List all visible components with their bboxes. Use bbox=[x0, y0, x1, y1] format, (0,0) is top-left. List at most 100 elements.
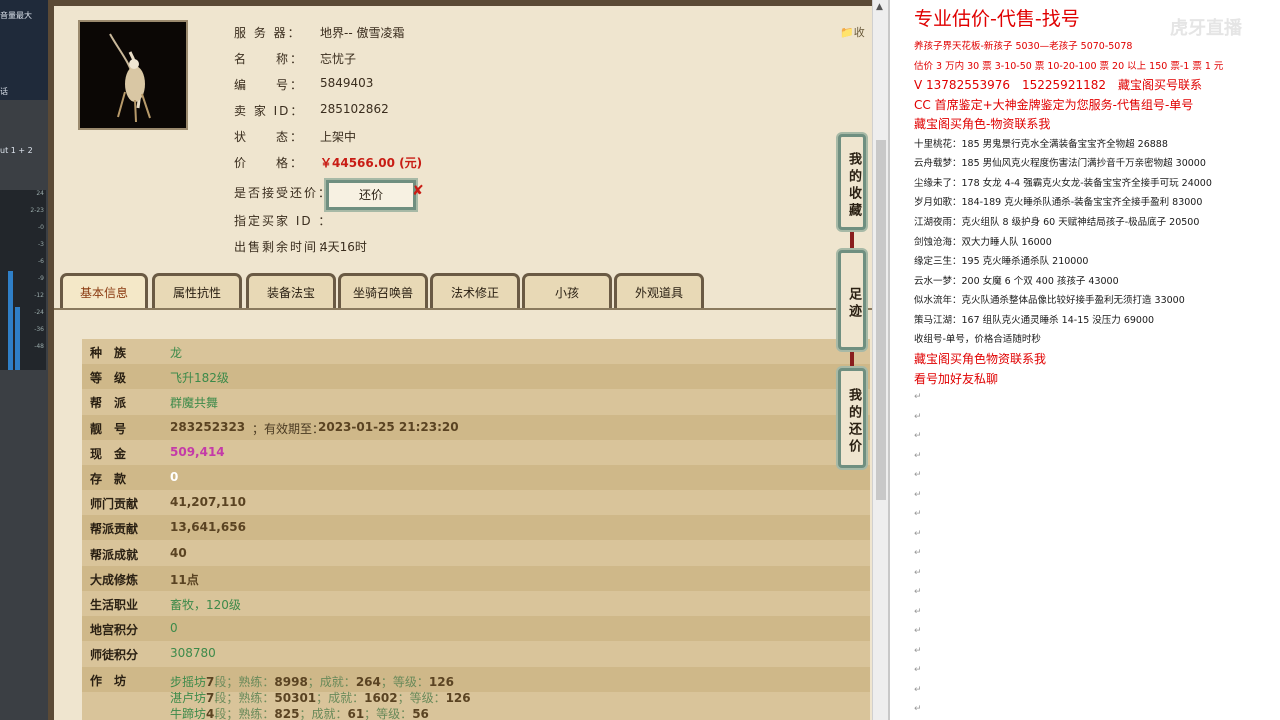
stat-label: 作 坊 bbox=[90, 673, 127, 688]
stat-row: 存 款 0 bbox=[82, 465, 870, 490]
mixer-top-label: 音量最大 bbox=[0, 11, 32, 20]
workshop-v3: 126 bbox=[445, 690, 471, 705]
document-line[interactable]: 似水流年：克火队通杀整体品像比较好接手盈利无须打造 33000 bbox=[914, 292, 1185, 306]
document-line[interactable]: 养孩子界天花板-新孩子 5030—老孩子 5070-5078 bbox=[914, 38, 1132, 52]
document-line[interactable]: V 13782553976 15225921182 藏宝阁买号联系 bbox=[914, 76, 1202, 93]
document-line[interactable]: 剑蚀沧海：双大力睡人队 16000 bbox=[914, 234, 1052, 248]
tab-4[interactable]: 坐骑召唤兽 bbox=[338, 273, 428, 310]
document-line[interactable]: 藏宝阁买角色物资联系我 bbox=[914, 350, 1046, 367]
stat-label: 大成修炼 bbox=[90, 572, 139, 587]
document-line[interactable]: 云舟载梦：185 男仙风克火程度伤害法门满抄音千万亲密物超 30000 bbox=[914, 155, 1206, 169]
info-key: 是否接受还价： bbox=[234, 186, 333, 200]
character-avatar bbox=[78, 20, 188, 130]
stat-value: 群魔共舞 bbox=[170, 396, 219, 411]
stat-label: 现 金 bbox=[90, 446, 127, 461]
scroll-up-arrow-icon[interactable]: ▲ bbox=[876, 2, 883, 12]
tab-6[interactable]: 小孩 bbox=[522, 273, 612, 310]
scroll-thumb[interactable] bbox=[876, 140, 886, 500]
side-button-1[interactable]: 我的收藏 bbox=[838, 134, 866, 230]
document-line[interactable]: 十里桃花：185 男鬼景行克水全满装备宝宝齐全物超 26888 bbox=[914, 136, 1168, 150]
meter-scale-label: 2-23 bbox=[30, 207, 44, 214]
stat-label: 生活职业 bbox=[90, 598, 139, 612]
tab-1[interactable]: 基本信息 bbox=[60, 273, 148, 310]
document-line[interactable]: 云水一梦：200 女魔 6 个双 400 孩孩子 43000 bbox=[914, 273, 1119, 287]
level-meter: 24 2-23 -0 -3 -6 -9 -12 -24 -36 -48 bbox=[0, 190, 46, 370]
workshop-l2: ；成就： bbox=[299, 706, 348, 720]
meter-scale-label: -6 bbox=[38, 258, 44, 265]
counter-offer-button[interactable]: 还价 bbox=[326, 180, 416, 210]
audio-mixer-panel: 音量最大 话 ut 1 + 2 24 2-23 -0 -3 -6 -9 -12 -24 -36 -… bbox=[0, 0, 48, 720]
tab-3[interactable]: 装备法宝 bbox=[246, 273, 336, 310]
workshop-v3: 56 bbox=[412, 706, 429, 720]
workshop-name: 牛蹄坊 bbox=[170, 706, 207, 720]
paragraph-mark-icon: ↵ bbox=[914, 665, 922, 675]
stat-value: 40 bbox=[170, 545, 187, 560]
basic-info-table: 种 族 龙等 级 飞升182级帮 派 群魔共舞靓 号 283252323 ；有效期至： 20… bbox=[82, 339, 870, 720]
chain-link bbox=[850, 352, 854, 366]
paragraph-mark-icon: ↵ bbox=[914, 392, 922, 402]
document-line[interactable]: 岁月如歌：184-189 克火睡杀队通杀-装备宝宝齐全接手盈利 83000 bbox=[914, 194, 1202, 208]
document-line[interactable]: 缘定三生：195 克火睡杀通杀队 210000 bbox=[914, 253, 1088, 267]
stat-label: 种 族 bbox=[90, 346, 127, 360]
meter-scale-label: -36 bbox=[34, 326, 44, 333]
tab-7[interactable]: 外观道具 bbox=[614, 273, 704, 310]
paragraph-mark-icon: ↵ bbox=[914, 548, 922, 558]
document-line[interactable]: 藏宝阁买角色-物资联系我 bbox=[914, 115, 1050, 132]
paragraph-mark-icon: ↵ bbox=[914, 606, 922, 617]
workshop-v2: 264 bbox=[355, 674, 381, 689]
stat-label: 地宫积分 bbox=[90, 623, 139, 638]
info-value: 上架中 bbox=[320, 130, 357, 144]
paragraph-mark-icon: ↵ bbox=[914, 489, 922, 500]
tab-5[interactable]: 法术修正 bbox=[430, 273, 520, 310]
info-row: 编 号： 5849403 bbox=[234, 76, 373, 93]
document-line[interactable]: CC 首席鉴定+大神金牌鉴定为您服务-代售组号-单号 bbox=[914, 96, 1193, 113]
stat-label: 帮派贡献 bbox=[90, 522, 139, 537]
stat-value: 41,207,110 bbox=[170, 495, 246, 510]
document-line[interactable]: 看号加好友私聊 bbox=[914, 370, 998, 387]
document-line[interactable]: 策马江湖：167 组队克火通灵睡杀 14-15 没压力 69000 bbox=[914, 312, 1154, 326]
stat-row: 帮 派 群魔共舞 bbox=[82, 389, 870, 414]
workshop-line: 湛卢坊7段；熟练：50301；成就：1602；等级：126 bbox=[170, 689, 471, 706]
workshop-v2: 1602 bbox=[364, 690, 398, 705]
paragraph-mark-icon: ↵ bbox=[914, 567, 922, 578]
collect-link[interactable]: 📁收 bbox=[840, 24, 865, 40]
workshop-line: 牛蹄坊4段；熟练：825；成就：61；等级：56 bbox=[170, 705, 429, 720]
document-line[interactable]: 专业估价-代售-找号 bbox=[914, 4, 1080, 31]
workshop-v3: 126 bbox=[428, 674, 454, 689]
info-key: 指定买家 ID ： bbox=[234, 214, 333, 228]
side-button-3[interactable]: 我的还价 bbox=[838, 368, 866, 468]
paragraph-mark-icon: ↵ bbox=[914, 645, 922, 656]
stat-row: 帮派成就 40 bbox=[82, 541, 870, 566]
paragraph-mark-icon: ↵ bbox=[914, 450, 922, 461]
stat-row: 生活职业 畜牧，120级 bbox=[82, 591, 870, 616]
info-row: 卖 家 ID： 285102862 bbox=[234, 102, 389, 119]
info-row: 服 务 器： 地界-- 傲雪凌霜 bbox=[234, 24, 404, 41]
close-icon[interactable]: ✘ bbox=[412, 183, 424, 199]
meter-scale-label: -0 bbox=[38, 224, 44, 231]
meter-scale-label: 24 bbox=[36, 190, 44, 197]
watermark: 虎牙直播 bbox=[1170, 18, 1242, 39]
notes-document[interactable]: 虎牙直播 专业估价-代售-找号养孩子界天花板-新孩子 5030—老孩子 5070… bbox=[888, 0, 1280, 720]
workshop-v1: 8998 bbox=[274, 674, 308, 689]
info-key: 出售剩余时间： bbox=[234, 240, 333, 254]
document-line[interactable]: 收组号-单号，价格合适随时秒 bbox=[914, 331, 1041, 345]
workshop-l3: ；等级： bbox=[380, 674, 429, 689]
info-key: 价 格： bbox=[234, 156, 305, 170]
tab-2[interactable]: 属性抗性 bbox=[152, 273, 242, 310]
chain-link bbox=[850, 232, 854, 248]
scrollbar[interactable]: ▲ bbox=[872, 0, 889, 720]
info-value: 地界-- 傲雪凌霜 bbox=[320, 26, 405, 40]
document-line[interactable]: 尘缘未了：178 女龙 4-4 强霸克火女龙-装备宝宝齐全接手可玩 24000 bbox=[914, 175, 1212, 189]
info-key: 状 态： bbox=[234, 130, 305, 144]
side-button-2[interactable]: 足迹 bbox=[838, 250, 866, 350]
document-line[interactable]: 估价 3 万内 30 票 3-10-50 票 10-20-100 票 20 以上… bbox=[914, 58, 1223, 72]
paragraph-mark-icon: ↵ bbox=[914, 587, 922, 597]
stat-row: 现 金 509,414 bbox=[82, 440, 870, 465]
valid-until-date: 2023-01-25 21:23:20 bbox=[318, 419, 459, 434]
workshop-v1: 50301 bbox=[274, 690, 317, 705]
mixer-output-label[interactable]: ut 1 + 2 bbox=[0, 146, 33, 155]
stat-row: 帮派贡献 13,641,656 bbox=[82, 515, 870, 541]
workshop-l3: ；等级： bbox=[397, 690, 446, 705]
document-line[interactable]: 江湖夜雨：克火组队 8 级护身 60 天赋神结局孩子-极品底子 20500 bbox=[914, 214, 1199, 228]
stat-row: 师门贡献 41,207,110 bbox=[82, 490, 870, 515]
